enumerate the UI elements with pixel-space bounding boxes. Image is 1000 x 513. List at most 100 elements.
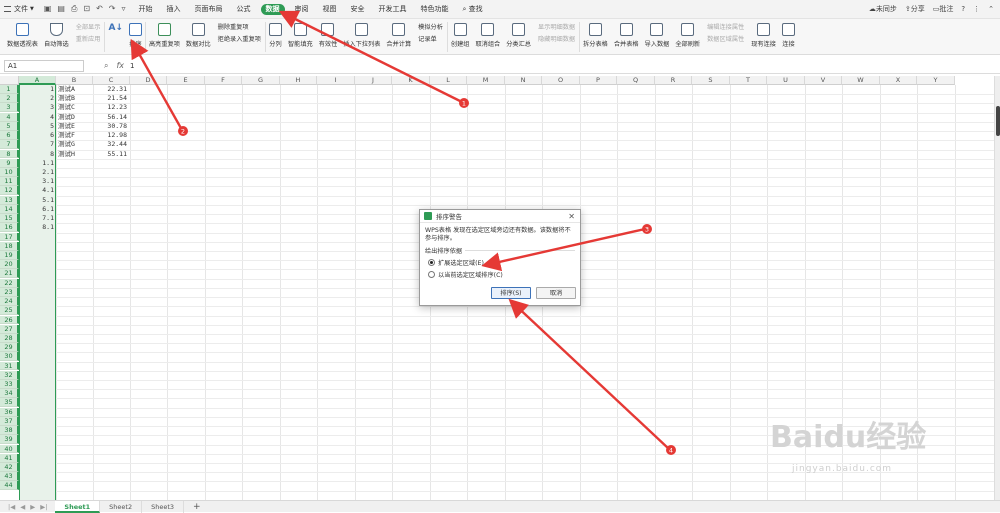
insert-dropdown-button[interactable]: 插入下拉列表 <box>340 19 383 48</box>
next-sheet-icon[interactable]: ▶ <box>30 503 35 511</box>
scroll-thumb[interactable] <box>996 106 1000 136</box>
sort-asc-button[interactable]: A↓ <box>105 19 126 39</box>
save-icon[interactable]: ▣ <box>44 4 52 14</box>
pivot-table-button[interactable]: 数据透视表 <box>4 19 41 48</box>
row-header-17[interactable]: 17 <box>0 232 19 242</box>
row-header-42[interactable]: 42 <box>0 463 19 472</box>
sort-button[interactable]: 排序(S) <box>491 287 531 299</box>
sheet-tab-3[interactable]: Sheet3 <box>142 500 185 513</box>
cell-a12[interactable]: 4.1 <box>19 186 54 195</box>
split-table-button[interactable]: 拆分表格 <box>580 19 611 48</box>
collapse-icon[interactable]: ⌃ <box>988 5 994 13</box>
row-header-21[interactable]: 21 <box>0 269 19 279</box>
column-header-b[interactable]: B <box>56 76 93 85</box>
column-header-a[interactable]: A <box>19 76 56 85</box>
cell-a11[interactable]: 3.1 <box>19 177 54 186</box>
file-menu[interactable]: 文件 ▼ <box>0 0 38 19</box>
tab-review[interactable]: 审阅 <box>288 0 316 19</box>
row-header-2[interactable]: 2 <box>0 94 19 104</box>
row-header-11[interactable]: 11 <box>0 177 19 187</box>
row-header-13[interactable]: 13 <box>0 195 19 205</box>
column-header-r[interactable]: R <box>655 76 692 85</box>
cell-a16[interactable]: 8.1 <box>19 223 54 232</box>
column-header-x[interactable]: X <box>880 76 917 85</box>
existing-connection-button[interactable]: 现有连接 <box>748 19 779 48</box>
row-header-16[interactable]: 16 <box>0 223 19 233</box>
compare-button[interactable]: 数据对比 <box>183 19 214 48</box>
zoom-icon[interactable]: ⌕ <box>104 61 108 71</box>
row-header-37[interactable]: 37 <box>0 416 19 426</box>
reject-duplicates-button[interactable]: 拒绝录入重复项 <box>218 34 261 43</box>
column-header-j[interactable]: J <box>355 76 392 85</box>
tab-home[interactable]: 开始 <box>132 0 160 19</box>
column-header-h[interactable]: H <box>280 76 317 85</box>
simulate-button[interactable]: 模拟分析 <box>418 22 443 31</box>
row-header-9[interactable]: 9 <box>0 158 19 168</box>
row-header-5[interactable]: 5 <box>0 121 19 131</box>
autofilter-button[interactable]: 自动筛选 <box>41 19 72 48</box>
cell-a2[interactable]: 2 <box>19 94 54 103</box>
cell-a10[interactable]: 2.1 <box>19 168 54 177</box>
consolidate-button[interactable]: 合并计算 <box>383 19 414 48</box>
cell-c3[interactable]: 12.23 <box>93 103 127 112</box>
redo-icon[interactable]: ↷ <box>109 4 116 14</box>
row-header-4[interactable]: 4 <box>0 112 19 122</box>
column-header-d[interactable]: D <box>130 76 167 85</box>
column-header-w[interactable]: W <box>842 76 880 85</box>
open-icon[interactable]: ▤ <box>57 4 65 14</box>
column-header-c[interactable]: C <box>93 76 130 85</box>
row-header-32[interactable]: 32 <box>0 370 19 380</box>
column-header-o[interactable]: O <box>542 76 580 85</box>
row-header-34[interactable]: 34 <box>0 389 19 399</box>
first-sheet-icon[interactable]: |◀ <box>8 503 15 511</box>
column-header-m[interactable]: M <box>467 76 505 85</box>
row-header-29[interactable]: 29 <box>0 343 19 353</box>
column-header-p[interactable]: P <box>580 76 617 85</box>
radio-expand[interactable] <box>428 259 435 266</box>
cell-b1[interactable]: 测试A <box>58 85 92 94</box>
cell-a3[interactable]: 3 <box>19 103 54 112</box>
search-box[interactable]: ⌕ 查找 <box>456 0 490 19</box>
tab-page-layout[interactable]: 页面布局 <box>188 0 230 19</box>
radio-current[interactable] <box>428 271 435 278</box>
row-header-31[interactable]: 31 <box>0 361 19 371</box>
column-header-t[interactable]: T <box>730 76 767 85</box>
column-header-n[interactable]: N <box>505 76 542 85</box>
row-header-14[interactable]: 14 <box>0 204 19 214</box>
tab-features[interactable]: 特色功能 <box>414 0 456 19</box>
column-header-f[interactable]: F <box>205 76 242 85</box>
cell-a5[interactable]: 5 <box>19 122 54 131</box>
column-header-q[interactable]: Q <box>617 76 655 85</box>
column-header-e[interactable]: E <box>167 76 205 85</box>
subtotal-button[interactable]: 分类汇总 <box>503 19 534 48</box>
cell-c8[interactable]: 55.11 <box>93 150 127 159</box>
row-header-12[interactable]: 12 <box>0 186 19 196</box>
print-preview-icon[interactable]: ⊡ <box>83 4 90 14</box>
row-header-15[interactable]: 15 <box>0 214 19 223</box>
row-header-40[interactable]: 40 <box>0 444 19 454</box>
ungroup-button[interactable]: 取消组合 <box>472 19 503 48</box>
cell-c6[interactable]: 12.98 <box>93 131 127 140</box>
tab-security[interactable]: 安全 <box>344 0 372 19</box>
create-group-button[interactable]: 创建组 <box>448 19 473 48</box>
validity-button[interactable]: 有效性 <box>316 19 341 48</box>
row-header-28[interactable]: 28 <box>0 333 19 343</box>
cell-b6[interactable]: 测试F <box>58 131 92 140</box>
cell-b2[interactable]: 测试B <box>58 94 92 103</box>
cell-a8[interactable]: 8 <box>19 150 54 159</box>
fx-icon[interactable]: fx <box>116 61 124 71</box>
comment-button[interactable]: ▭批注 <box>933 4 954 14</box>
share-button[interactable]: ⇪分享 <box>905 4 925 14</box>
row-header-41[interactable]: 41 <box>0 453 19 463</box>
column-header-l[interactable]: L <box>430 76 467 85</box>
row-header-20[interactable]: 20 <box>0 260 19 270</box>
sort-button[interactable]: 排序 <box>126 19 145 48</box>
cell-a9[interactable]: 1.1 <box>19 159 54 168</box>
column-header-y[interactable]: Y <box>917 76 955 85</box>
cell-c1[interactable]: 22.31 <box>93 85 127 94</box>
cell-a6[interactable]: 6 <box>19 131 54 140</box>
column-header-i[interactable]: I <box>317 76 355 85</box>
row-header-22[interactable]: 22 <box>0 278 19 288</box>
last-sheet-icon[interactable]: ▶| <box>40 503 47 511</box>
formula-input[interactable]: 1 <box>130 62 134 70</box>
